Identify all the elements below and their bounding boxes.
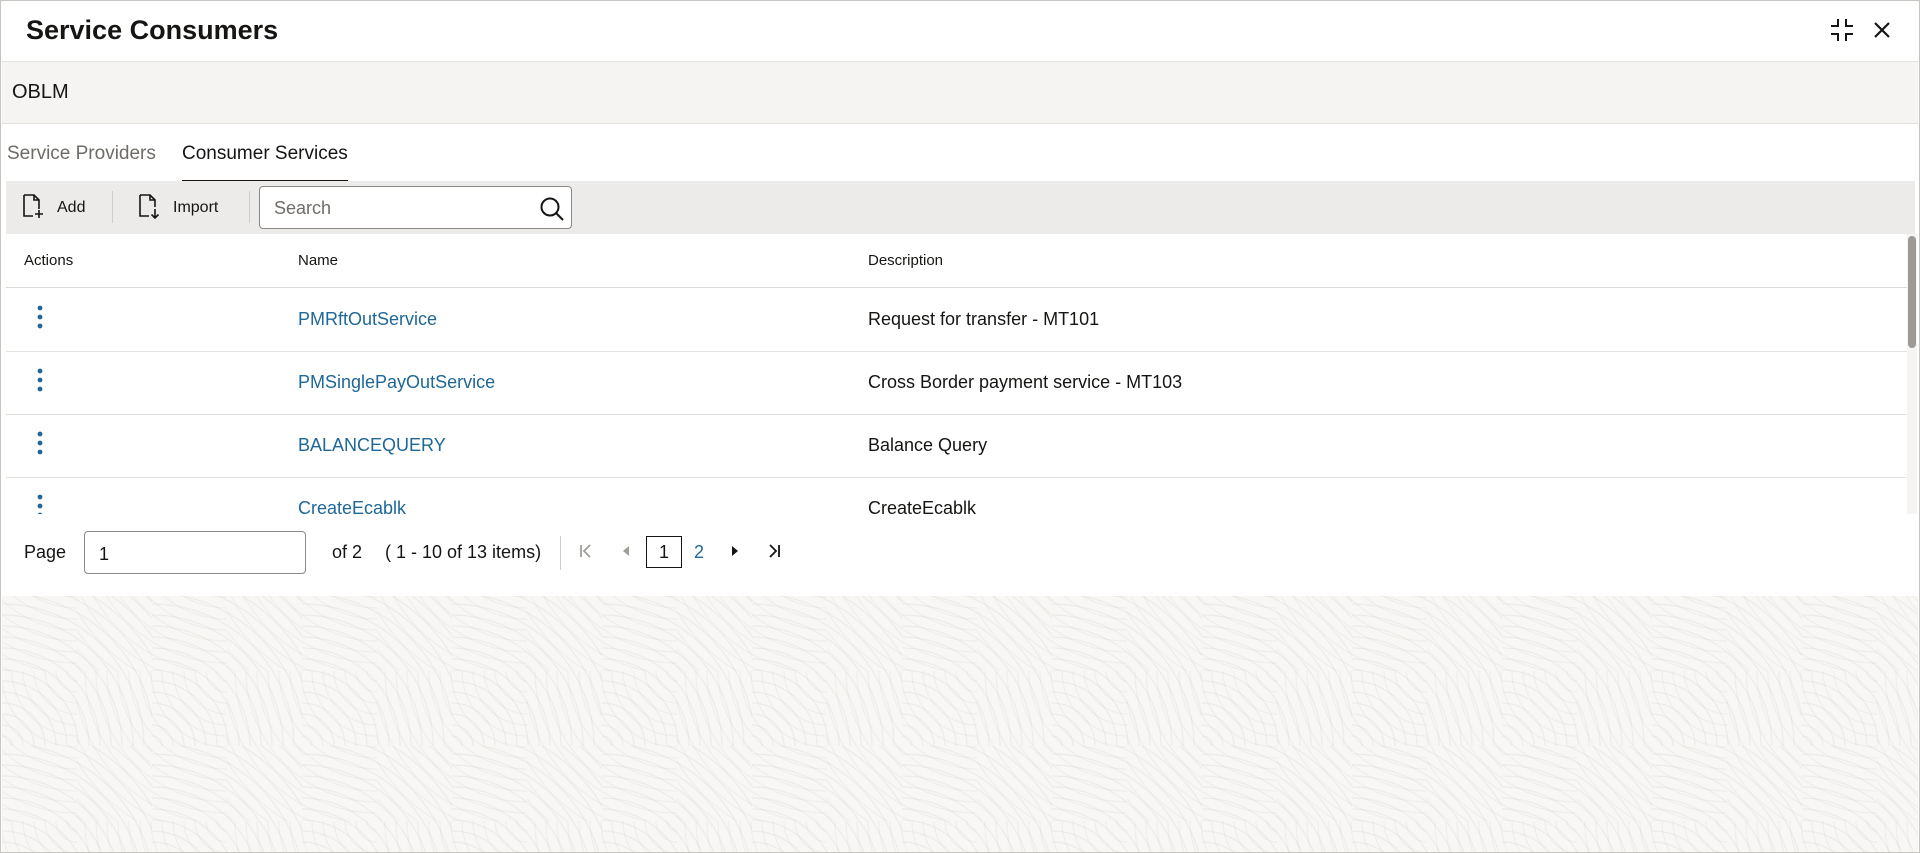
kebab-menu-icon <box>37 305 43 334</box>
search-input[interactable] <box>272 195 526 221</box>
first-page-icon <box>577 542 595 565</box>
toolbar-divider <box>112 191 113 223</box>
close-button[interactable] <box>1867 15 1897 45</box>
pagination-divider <box>560 536 561 570</box>
window-title: Service Consumers <box>26 15 279 45</box>
search-field[interactable] <box>259 186 572 229</box>
table-row: PMRftOutService Request for transfer - M… <box>6 288 1910 352</box>
consumer-services-table: Actions Name Description PMRftOutService… <box>6 234 1910 514</box>
service-description: Cross Border payment service - MT103 <box>868 372 1183 392</box>
toolbar-divider <box>249 191 250 223</box>
table-row: BALANCEQUERY Balance Query <box>6 414 1910 478</box>
service-description: Request for transfer - MT101 <box>868 309 1100 329</box>
row-actions-button[interactable] <box>26 430 54 460</box>
row-actions-button[interactable] <box>26 304 54 334</box>
import-document-icon <box>137 193 161 224</box>
items-summary: ( 1 - 10 of 13 items) <box>385 542 542 562</box>
service-name-link[interactable]: PMSinglePayOutService <box>298 372 495 393</box>
service-description: Balance Query <box>868 435 988 455</box>
next-page-icon <box>728 543 742 564</box>
first-page-button[interactable] <box>573 539 599 567</box>
table-row: PMSinglePayOutService Cross Border payme… <box>6 351 1910 415</box>
previous-page-button[interactable] <box>613 539 639 567</box>
next-page-button[interactable] <box>722 539 748 567</box>
table-header: Actions Name Description <box>6 234 1910 288</box>
column-header-description[interactable]: Description <box>868 252 943 269</box>
page-number-input[interactable] <box>97 541 291 567</box>
import-label: Import <box>173 199 219 216</box>
page-2-button[interactable]: 2 <box>681 536 717 568</box>
add-label: Add <box>57 199 86 216</box>
service-name-link[interactable]: CreateEcablk <box>298 498 406 514</box>
service-consumers-window: Service Consumers OBLM Service Providers… <box>0 0 1920 853</box>
close-icon <box>1871 19 1893 41</box>
column-header-actions: Actions <box>24 252 74 269</box>
pagination-bar: Page of 2 ( 1 - 10 of 13 items) 1 2 <box>1 514 1919 594</box>
row-actions-button[interactable] <box>26 367 54 397</box>
add-button[interactable]: Add <box>21 190 85 226</box>
collapse-button[interactable] <box>1827 15 1857 45</box>
page-number-field[interactable] <box>84 531 306 574</box>
page-label: Page <box>24 542 67 562</box>
service-description: CreateEcablk <box>868 498 977 514</box>
context-label: OBLM <box>12 81 69 103</box>
tab-service-providers[interactable]: Service Providers <box>7 143 156 180</box>
page-count-label: of 2 <box>332 542 363 562</box>
toolbar: Add Import <box>6 181 1915 234</box>
add-document-icon <box>21 193 45 224</box>
import-button[interactable]: Import <box>137 190 218 226</box>
kebab-menu-icon <box>37 494 43 514</box>
table-scrollbar-thumb[interactable] <box>1908 236 1916 348</box>
service-name-link[interactable]: PMRftOutService <box>298 309 437 330</box>
search-icon[interactable] <box>539 196 565 227</box>
collapse-icon <box>1829 17 1855 43</box>
row-actions-button[interactable] <box>26 493 54 514</box>
decorative-background-pattern <box>2 596 1918 852</box>
tab-bar: Service Providers Consumer Services <box>1 123 1919 183</box>
previous-page-icon <box>619 543 633 564</box>
tab-consumer-services[interactable]: Consumer Services <box>182 143 348 183</box>
kebab-menu-icon <box>37 368 43 397</box>
context-header: OBLM <box>2 61 1918 124</box>
last-page-icon <box>765 542 783 565</box>
service-name-link[interactable]: BALANCEQUERY <box>298 435 446 456</box>
page-1-button[interactable]: 1 <box>646 536 682 568</box>
title-bar: Service Consumers <box>1 1 1919 61</box>
last-page-button[interactable] <box>761 539 787 567</box>
table-row: CreateEcablk CreateEcablk <box>6 477 1910 514</box>
kebab-menu-icon <box>37 431 43 460</box>
column-header-name[interactable]: Name <box>298 252 338 269</box>
